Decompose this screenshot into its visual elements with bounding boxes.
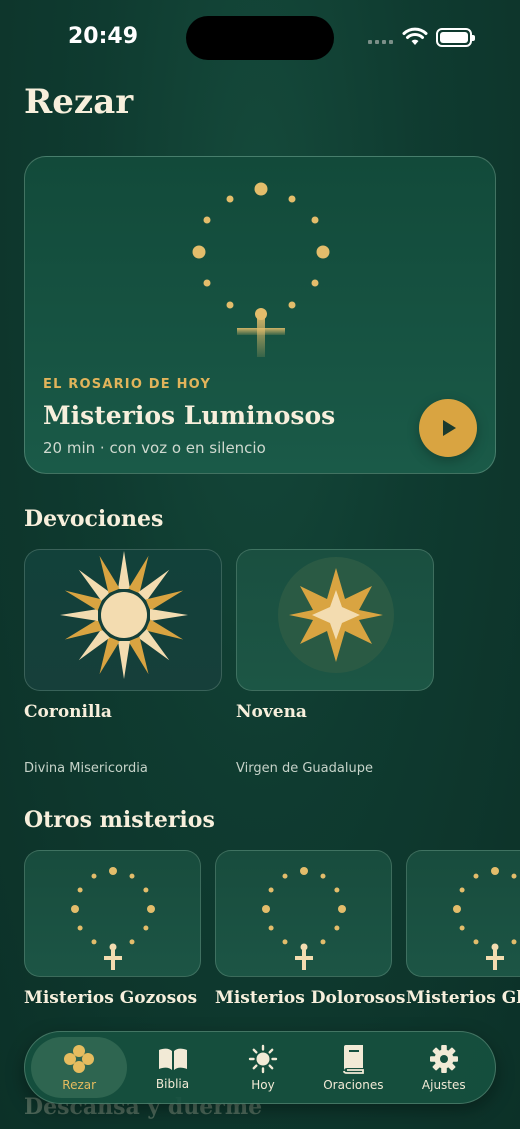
rosary-illustration-icon (192, 182, 330, 357)
devotion-subtitle: Divina Misericordia (24, 761, 148, 776)
mystery-card-gozosos[interactable] (24, 850, 201, 977)
devotion-card-coronilla[interactable] (24, 549, 222, 691)
book-open-icon (158, 1048, 187, 1070)
gear-icon (429, 1044, 458, 1073)
status-bar: 20:49 (0, 0, 520, 76)
section-title-devociones: Devociones (24, 506, 164, 532)
devotion-name: Coronilla (24, 702, 112, 722)
tab-label: Rezar (62, 1077, 97, 1092)
rosary-icon (453, 867, 517, 970)
star-icon (278, 557, 394, 673)
mystery-name: Misterios Dolorosos (215, 988, 406, 1008)
status-time: 20:49 (68, 24, 139, 49)
tab-label: Biblia (155, 1076, 190, 1091)
tab-label: Hoy (251, 1077, 275, 1092)
tab-bar: Rezar Biblia Hoy Oraciones Ajustes (24, 1031, 496, 1104)
hero-title: Misterios Luminosos (43, 401, 336, 430)
section-title-otros-misterios: Otros misterios (24, 807, 215, 833)
sun-icon (248, 1044, 278, 1073)
mystery-name: Misterios Glo (406, 988, 520, 1008)
tab-biblia[interactable]: Biblia (127, 1037, 217, 1098)
play-icon (443, 420, 456, 436)
devotion-card-novena[interactable] (236, 549, 434, 691)
rosary-icon (71, 867, 155, 970)
prayer-book-icon (343, 1044, 365, 1074)
battery-icon (436, 28, 475, 47)
tab-hoy[interactable]: Hoy (218, 1037, 308, 1098)
tab-rezar[interactable]: Rezar (31, 1037, 128, 1098)
mysteries-carousel[interactable]: Misterios Gozosos Misterios Dolorosos Mi… (0, 840, 520, 1040)
mystery-card-gloriosos[interactable] (406, 850, 520, 977)
tab-label: Ajustes (421, 1077, 466, 1092)
todays-rosary-card[interactable]: EL ROSARIO DE HOY Misterios Luminosos 20… (24, 156, 496, 474)
rosary-beads-icon (64, 1044, 95, 1073)
tab-oraciones[interactable]: Oraciones (308, 1037, 398, 1098)
play-button[interactable] (419, 399, 477, 457)
hero-kicker: EL ROSARIO DE HOY (43, 377, 212, 392)
cellular-signal-icon (368, 40, 393, 44)
dynamic-island (186, 16, 334, 60)
mystery-card-dolorosos[interactable] (215, 850, 392, 977)
wifi-icon (402, 27, 428, 45)
devotion-subtitle: Virgen de Guadalupe (236, 761, 373, 776)
tab-ajustes[interactable]: Ajustes (399, 1037, 489, 1098)
devotion-name: Novena (236, 702, 307, 722)
hero-subtitle: 20 min · con voz o en silencio (43, 439, 266, 457)
mystery-name: Misterios Gozosos (24, 988, 198, 1008)
tab-label: Oraciones (323, 1077, 384, 1092)
rosary-icon (262, 867, 346, 970)
page-title: Rezar (24, 82, 134, 122)
sunburst-icon (60, 551, 188, 679)
